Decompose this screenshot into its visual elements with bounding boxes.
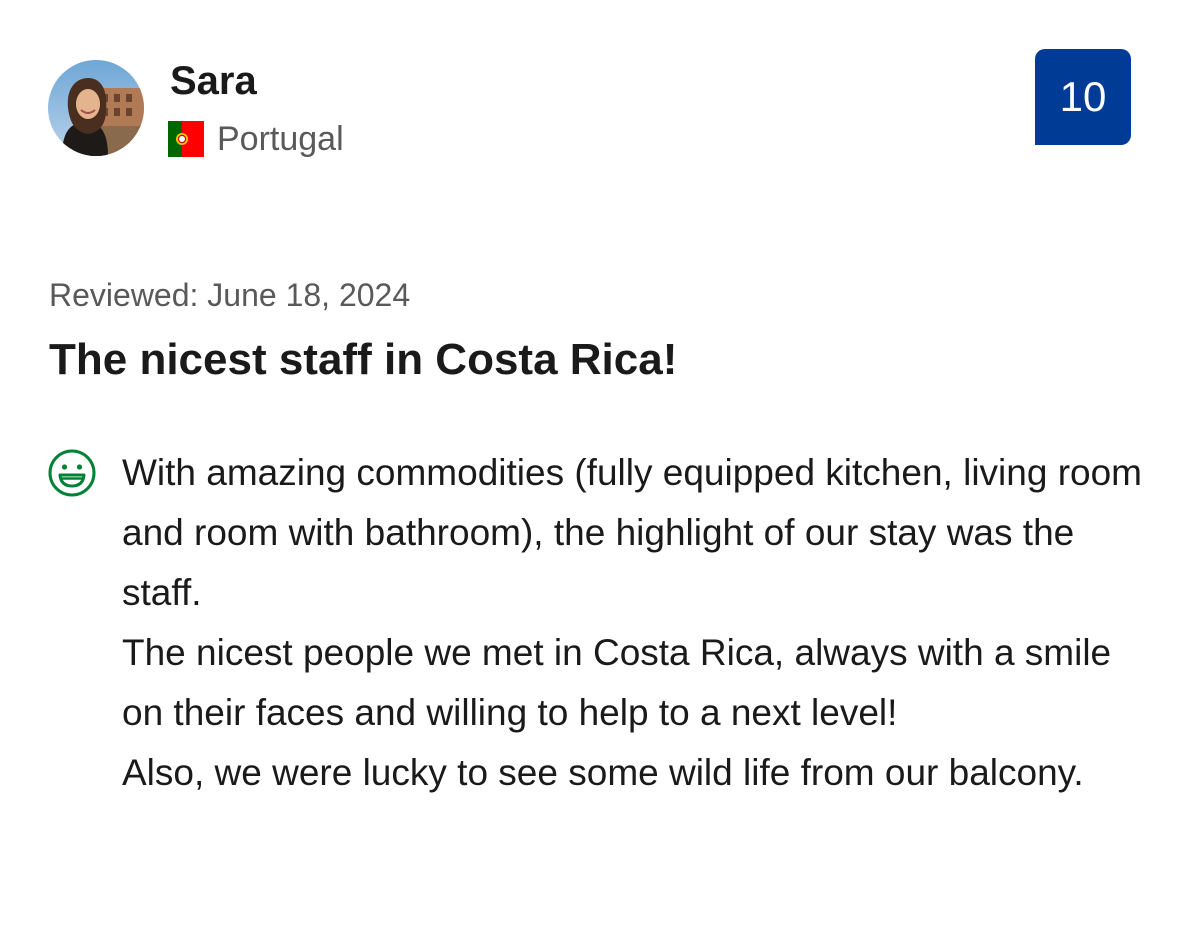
portugal-flag-icon [168,121,204,157]
smile-icon [47,448,97,498]
review-card: Sara Portugal 10 Reviewed: June 18, 2024… [0,0,1179,935]
review-positive-text: With amazing commodities (fully equipped… [122,443,1152,803]
review-paragraph: Also, we were lucky to see some wild lif… [122,752,1084,793]
review-score: 10 [1059,73,1107,120]
reviewer-country: Portugal [168,118,344,160]
country-name: Portugal [217,120,344,158]
review-score-badge: 10 [1035,49,1131,145]
reviewer-avatar[interactable] [48,60,144,156]
review-title: The nicest staff in Costa Rica! [49,335,678,384]
review-date: Reviewed: June 18, 2024 [49,277,411,313]
reviewer-name: Sara [170,59,257,103]
review-paragraph: With amazing commodities (fully equipped… [122,452,1142,613]
review-paragraph: The nicest people we met in Costa Rica, … [122,632,1112,733]
